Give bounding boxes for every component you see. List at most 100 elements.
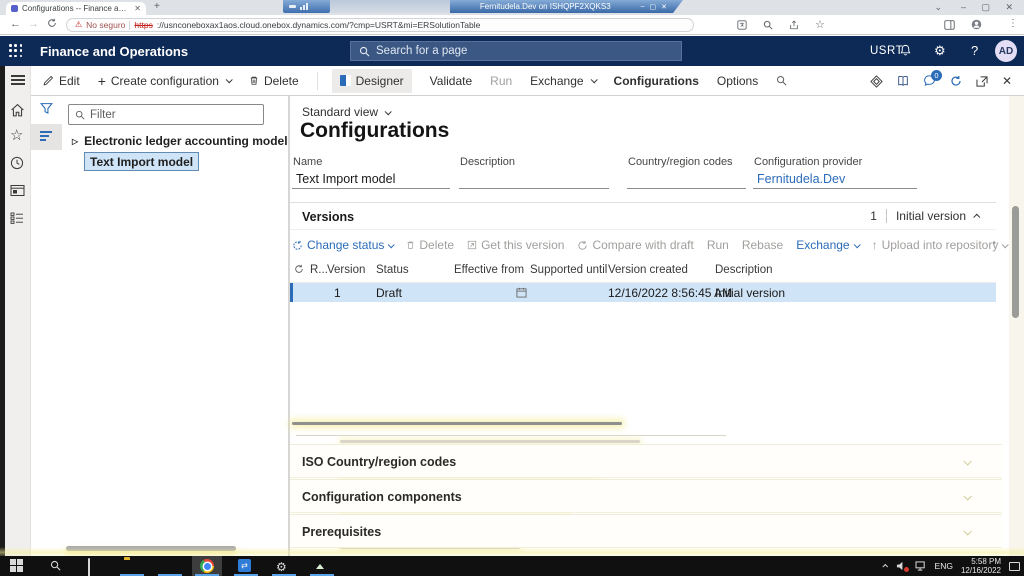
start-button[interactable]	[10, 559, 23, 572]
close-page-icon[interactable]: ✕	[1002, 74, 1012, 88]
new-tab-button[interactable]: +	[154, 1, 160, 12]
grid-col-version[interactable]: Version	[327, 264, 365, 276]
window-minimize-button[interactable]: –	[961, 0, 966, 14]
page-search-input[interactable]	[376, 45, 673, 57]
rdp-pin-icon[interactable]	[289, 5, 296, 8]
grid-col-effective-from[interactable]: Effective from	[454, 264, 524, 276]
designer-button[interactable]: Designer	[332, 69, 412, 93]
tree-item-text-import-model[interactable]: Text Import model	[84, 152, 199, 171]
grid-col-status[interactable]: Status	[376, 264, 409, 276]
volume-icon[interactable]	[896, 561, 907, 571]
grid-col-description[interactable]: Description	[715, 264, 773, 276]
powerapps-icon[interactable]	[870, 75, 883, 88]
fasttab-configuration-components[interactable]: Configuration components	[290, 479, 1002, 513]
task-view-icon[interactable]	[88, 559, 90, 576]
taskbar-search-icon[interactable]	[50, 560, 61, 571]
edit-button[interactable]: Edit	[43, 74, 80, 88]
filter-funnel-icon[interactable]	[40, 102, 53, 115]
tree-expand-caret-icon[interactable]: ▷	[72, 137, 78, 146]
calendar-icon[interactable]	[516, 287, 527, 298]
browser-forward-icon[interactable]: →	[28, 18, 39, 30]
rdp-close-button[interactable]: ✕	[661, 3, 667, 11]
rdp-restore-button[interactable]: ▢	[650, 3, 657, 11]
app-launcher-icon[interactable]	[9, 44, 23, 58]
action-center-icon[interactable]	[1009, 562, 1020, 571]
expand-chevron-icon[interactable]	[963, 492, 971, 500]
vertical-scrollbar-track[interactable]	[1009, 96, 1024, 556]
versions-section-header[interactable]: Versions 1 Initial version	[290, 202, 996, 230]
window-menu-chevron-icon[interactable]: ⌄	[934, 0, 942, 14]
tree-filter-input[interactable]	[90, 109, 257, 121]
delete-button[interactable]: Delete	[249, 74, 299, 88]
tree-sort-button[interactable]	[31, 124, 62, 150]
browser-back-icon[interactable]: ←	[10, 18, 21, 30]
version-exchange-menu[interactable]: Exchange	[796, 238, 858, 252]
vertical-scrollbar-thumb[interactable]	[1012, 206, 1019, 318]
tab-title: Configurations -- Finance and O	[22, 4, 130, 13]
hidden-icons-chevron[interactable]	[882, 564, 888, 570]
create-configuration-button[interactable]: + Create configuration	[98, 74, 231, 88]
browser-menu-icon[interactable]: ⋮	[1008, 18, 1018, 29]
window-restore-button[interactable]: ▢	[981, 0, 990, 14]
browser-profile-avatar[interactable]	[971, 19, 982, 30]
recent-clock-icon[interactable]	[10, 156, 24, 170]
side-panel-icon[interactable]	[944, 20, 955, 30]
zoom-search-icon[interactable]	[763, 20, 773, 30]
fasttab-iso-country-region-codes[interactable]: ISO Country/region codes	[290, 444, 1002, 478]
bookmark-star-icon[interactable]: ☆	[815, 18, 825, 31]
share-icon[interactable]	[789, 20, 799, 30]
change-status-button[interactable]: Change status	[292, 238, 393, 252]
home-icon[interactable]	[10, 103, 25, 117]
remote-desktop-icon[interactable]: ⇄	[238, 559, 251, 572]
expand-chevron-icon[interactable]	[963, 527, 971, 535]
expand-chevron-icon[interactable]	[963, 457, 971, 465]
tab-close-icon[interactable]: ✕	[134, 4, 141, 13]
action-search-icon[interactable]	[776, 75, 787, 86]
refresh-icon[interactable]	[950, 75, 962, 87]
translate-icon[interactable]	[737, 20, 747, 30]
tree-item-electronic-ledger[interactable]: ▷ Electronic ledger accounting model	[72, 134, 288, 148]
tab-configurations[interactable]: Configurations	[614, 74, 699, 88]
grid-col-r[interactable]: R...	[310, 264, 328, 276]
address-bar[interactable]: ⚠ No seguro https ://usnconeboxax1aos.cl…	[66, 18, 694, 32]
help-icon[interactable]: ?	[971, 43, 978, 58]
field-value-description[interactable]	[459, 169, 609, 189]
modules-list-icon[interactable]	[10, 212, 24, 224]
field-value-name[interactable]: Text Import model	[292, 169, 450, 189]
app-title: Finance and Operations	[40, 44, 188, 59]
toolbar-overflow-icon[interactable]: •	[992, 238, 996, 249]
view-selector[interactable]: Standard view	[302, 105, 390, 119]
browser-tab[interactable]: Configurations -- Finance and O ✕	[6, 2, 146, 15]
settings-gear-icon[interactable]: ⚙	[934, 43, 946, 59]
time: 5:58 PM	[971, 557, 1001, 566]
user-avatar[interactable]: AD	[995, 40, 1017, 62]
validate-button[interactable]: Validate	[430, 74, 472, 88]
notifications-bell-icon[interactable]	[899, 44, 912, 57]
chrome-taskbar-cell[interactable]	[192, 556, 222, 576]
exchange-menu[interactable]: Exchange	[530, 74, 595, 88]
expand-nav-hamburger-icon[interactable]	[11, 75, 25, 85]
tab-options[interactable]: Options	[717, 74, 758, 88]
grid-col-version-created[interactable]: Version created	[608, 264, 688, 276]
field-value-configuration-provider[interactable]: Fernitudela.Dev	[753, 169, 917, 189]
guide-book-icon[interactable]	[897, 75, 909, 87]
grid-col-supported-until[interactable]: Supported until	[530, 264, 607, 276]
field-value-country-codes[interactable]	[627, 169, 746, 189]
workspaces-icon[interactable]	[10, 184, 25, 197]
page-search-box[interactable]	[350, 41, 682, 61]
favorites-star-icon[interactable]: ☆	[10, 128, 23, 143]
window-close-button[interactable]: ✕	[1005, 0, 1013, 14]
open-in-new-window-icon[interactable]	[976, 76, 988, 87]
tree-filter-box[interactable]	[68, 104, 264, 125]
collapse-chevron-icon[interactable]	[973, 213, 980, 220]
browser-refresh-icon[interactable]	[47, 18, 57, 28]
language-indicator[interactable]: ENG	[935, 561, 953, 571]
fasttab-prerequisites[interactable]: Prerequisites	[290, 514, 1002, 548]
version-row[interactable]: 1 Draft 12/16/2022 8:56:45 AM Initial ve…	[290, 283, 996, 302]
messages-icon[interactable]: 0	[923, 75, 936, 87]
grid-refresh-icon[interactable]	[294, 264, 304, 274]
network-icon[interactable]	[915, 561, 927, 571]
rdp-minimize-button[interactable]: –	[641, 3, 645, 11]
row-selection-bar	[290, 283, 293, 302]
taskbar-clock[interactable]: 5:58 PM 12/16/2022	[961, 557, 1001, 575]
